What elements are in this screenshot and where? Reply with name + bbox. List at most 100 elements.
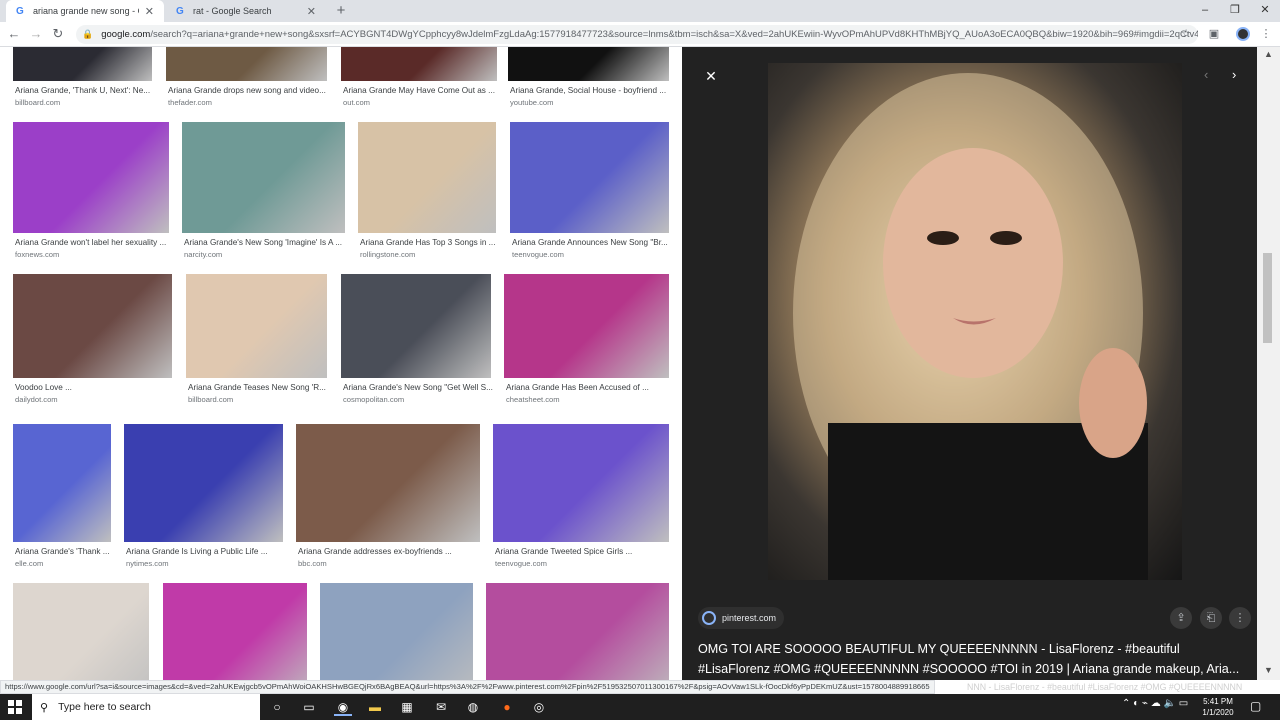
preview-image[interactable] (768, 63, 1182, 580)
image-preview-panel: ✕ ‹ › pinterest.com ⇪ ⎗ ⋮ OMG TOI ARE SO… (682, 47, 1257, 680)
profile-avatar[interactable] (1236, 27, 1250, 41)
task-view-icon[interactable]: ▭ (300, 698, 318, 716)
result-source[interactable]: billboard.com (188, 395, 233, 404)
previous-image-button[interactable]: ‹ (1204, 67, 1208, 82)
result-source[interactable]: dailydot.com (15, 395, 58, 404)
result-source[interactable]: out.com (343, 98, 370, 107)
forward-icon[interactable]: → (28, 26, 44, 42)
notification-icon[interactable]: ▢ (1250, 699, 1261, 713)
mail-icon[interactable]: ✉ (432, 698, 450, 716)
result-caption[interactable]: Ariana Grande May Have Come Out as ... (343, 86, 513, 95)
tab-ariana-grande[interactable]: G ariana grande new song - Googl ✕ (6, 0, 164, 22)
result-thumbnail[interactable] (13, 274, 172, 378)
result-thumbnail[interactable] (358, 122, 496, 233)
image-results-grid: Ariana Grande, 'Thank U, Next': Ne... bil… (0, 47, 682, 680)
next-image-button[interactable]: › (1232, 67, 1236, 82)
result-thumbnail[interactable] (486, 583, 669, 680)
result-caption[interactable]: Ariana Grande drops new song and video..… (168, 86, 343, 95)
result-source[interactable]: cosmopolitan.com (343, 395, 404, 404)
result-source[interactable]: teenvogue.com (512, 250, 564, 259)
result-thumbnail[interactable] (186, 274, 327, 378)
scroll-up-arrow-icon[interactable]: ▲ (1257, 49, 1280, 63)
extension-icon[interactable]: ▣ (1206, 26, 1222, 42)
result-source[interactable]: youtube.com (510, 98, 553, 107)
result-thumbnail[interactable] (341, 47, 497, 81)
result-caption[interactable]: Ariana Grande's New Song 'Imagine' Is A … (184, 238, 361, 247)
bookmark-star-icon[interactable]: ☆ (1178, 26, 1194, 42)
tab-close-icon[interactable]: ✕ (145, 5, 154, 18)
result-thumbnail[interactable] (13, 424, 111, 542)
result-thumbnail[interactable] (508, 47, 669, 81)
result-source[interactable]: nytimes.com (126, 559, 169, 568)
result-source[interactable]: billboard.com (15, 98, 60, 107)
result-source[interactable]: rollingstone.com (360, 250, 415, 259)
result-thumbnail[interactable] (163, 583, 307, 680)
windows-taskbar: ⚲ Type here to search ○ ▭ ◉ ▬ ▦ ✉ ◍ ● ◎ … (0, 694, 1280, 720)
tab-close-icon[interactable]: ✕ (307, 5, 316, 18)
result-caption[interactable]: Ariana Grande Announces New Song "Br... (512, 238, 682, 247)
result-caption[interactable]: Ariana Grande, Social House - boyfriend … (510, 86, 682, 95)
windows-start-icon[interactable] (8, 700, 22, 714)
address-bar[interactable]: 🔒 google.com/search?q=ariana+grande+new+… (76, 25, 1198, 44)
store-icon[interactable]: ▦ (398, 698, 416, 716)
result-caption[interactable]: Ariana Grande Is Living a Public Life ..… (126, 547, 299, 556)
result-source[interactable]: bbc.com (298, 559, 327, 568)
result-thumbnail[interactable] (493, 424, 669, 542)
taskbar-clock[interactable]: 5:41 PM 1/1/2020 (1196, 696, 1240, 718)
result-caption[interactable]: Ariana Grande Has Top 3 Songs in ... (360, 238, 512, 247)
source-chip[interactable]: pinterest.com (698, 607, 785, 629)
tab-rat-search[interactable]: G rat - Google Search ✕ (166, 0, 326, 22)
preview-title[interactable]: OMG TOI ARE SOOOOO BEAUTIFUL MY QUEEEENN… (698, 639, 1253, 680)
system-tray-icons[interactable]: ⌃ ◐ ⌁ ☁ 🔈 ▭ (1122, 698, 1188, 709)
google-favicon-icon: G (16, 5, 24, 17)
result-thumbnail[interactable] (13, 47, 152, 81)
taskbar-search-box[interactable]: ⚲ Type here to search (32, 694, 260, 720)
result-caption[interactable]: Ariana Grande Has Been Accused of ... (506, 383, 682, 392)
result-thumbnail[interactable] (510, 122, 669, 233)
result-caption[interactable]: Ariana Grande Tweeted Spice Girls ... (495, 547, 682, 556)
result-source[interactable]: narcity.com (184, 250, 222, 259)
result-thumbnail[interactable] (13, 122, 169, 233)
result-thumbnail[interactable] (182, 122, 345, 233)
new-tab-button[interactable]: + (332, 2, 350, 20)
result-caption[interactable]: Voodoo Love ... (15, 383, 188, 392)
share-icon[interactable]: ⇪ (1170, 607, 1192, 629)
tab-title: rat - Google Search (193, 6, 272, 16)
close-preview-button[interactable]: ✕ (702, 67, 720, 85)
file-explorer-icon[interactable]: ▬ (366, 698, 384, 716)
reload-icon[interactable]: ↻ (50, 26, 66, 42)
back-icon[interactable]: ← (6, 26, 22, 42)
result-caption[interactable]: Ariana Grande's 'Thank ... (15, 547, 127, 556)
scroll-thumb[interactable] (1263, 253, 1272, 343)
result-caption[interactable]: Ariana Grande's New Song "Get Well S... (343, 383, 507, 392)
maximize-button[interactable]: ❐ (1220, 0, 1250, 22)
result-caption[interactable]: Ariana Grande won't label her sexuality … (15, 238, 185, 247)
result-thumbnail[interactable] (124, 424, 283, 542)
result-thumbnail[interactable] (320, 583, 473, 680)
result-caption[interactable]: Ariana Grande, 'Thank U, Next': Ne... (15, 86, 168, 95)
result-source[interactable]: thefader.com (168, 98, 212, 107)
chrome-icon[interactable]: ◉ (334, 698, 352, 716)
more-options-icon[interactable]: ⋮ (1229, 607, 1251, 629)
result-thumbnail[interactable] (296, 424, 480, 542)
app-icon[interactable]: ◎ (530, 698, 548, 716)
close-window-button[interactable]: ✕ (1250, 0, 1280, 22)
result-source[interactable]: teenvogue.com (495, 559, 547, 568)
page-scrollbar[interactable]: ▲ ▼ (1257, 47, 1280, 680)
result-thumbnail[interactable] (504, 274, 669, 378)
scroll-down-arrow-icon[interactable]: ▼ (1257, 665, 1280, 679)
result-thumbnail[interactable] (13, 583, 149, 680)
result-thumbnail[interactable] (166, 47, 327, 81)
menu-kebab-icon[interactable]: ⋮ (1258, 26, 1274, 42)
firefox-icon[interactable]: ● (498, 698, 516, 716)
steam-icon[interactable]: ◍ (464, 698, 482, 716)
result-thumbnail[interactable] (341, 274, 491, 378)
result-source[interactable]: foxnews.com (15, 250, 59, 259)
result-caption[interactable]: Ariana Grande addresses ex-boyfriends ..… (298, 547, 496, 556)
save-bookmark-icon[interactable]: ⎗ (1200, 607, 1222, 629)
cortana-icon[interactable]: ○ (268, 698, 286, 716)
minimize-button[interactable]: – (1190, 0, 1220, 22)
result-caption[interactable]: Ariana Grande Teases New Song 'R... (188, 383, 343, 392)
result-source[interactable]: cheatsheet.com (506, 395, 560, 404)
result-source[interactable]: elle.com (15, 559, 43, 568)
